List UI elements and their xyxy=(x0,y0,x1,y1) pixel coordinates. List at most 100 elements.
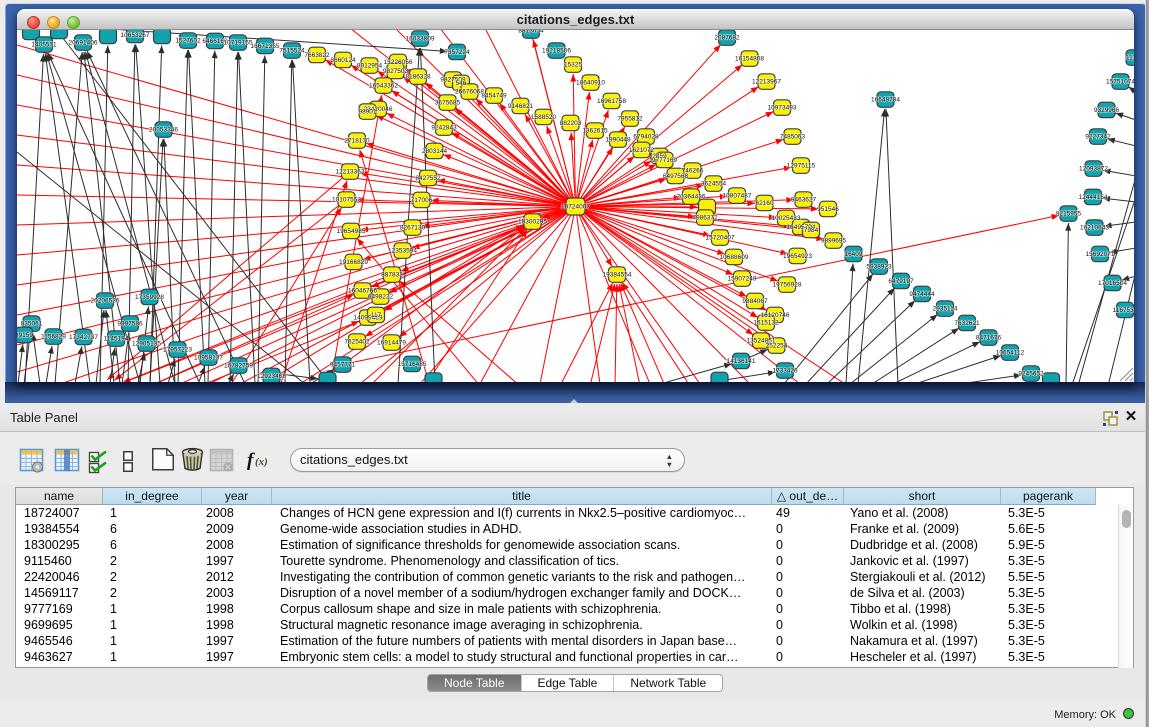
svg-text:12213967: 12213967 xyxy=(752,79,781,86)
svg-text:19218506: 19218506 xyxy=(542,48,571,55)
svg-text:16120746: 16120746 xyxy=(761,312,790,319)
svg-text:39159: 39159 xyxy=(17,332,33,339)
svg-text:19166829: 19166829 xyxy=(339,259,368,266)
svg-text:7485063: 7485063 xyxy=(780,134,806,141)
svg-text:14136141: 14136141 xyxy=(727,358,756,365)
svg-text:8660124: 8660124 xyxy=(330,57,356,64)
svg-text:16154808: 16154808 xyxy=(735,56,764,63)
svg-text:7515524: 7515524 xyxy=(279,48,305,55)
svg-text:1621072: 1621072 xyxy=(629,147,655,154)
svg-text:1145194: 1145194 xyxy=(104,336,129,343)
svg-text:7984: 7984 xyxy=(804,227,819,234)
svg-text:9457771: 9457771 xyxy=(330,362,356,369)
svg-text:10958137: 10958137 xyxy=(194,355,223,362)
svg-text:6497568: 6497568 xyxy=(663,173,689,180)
svg-text:1362615: 1362615 xyxy=(582,128,608,135)
svg-text:7357224: 7357224 xyxy=(444,49,470,56)
svg-text:8471676: 8471676 xyxy=(976,335,1002,342)
svg-text:16671355: 16671355 xyxy=(251,43,280,50)
svg-text:18300295: 18300295 xyxy=(518,219,547,226)
svg-text:9146821: 9146821 xyxy=(508,103,534,110)
svg-text:882203: 882203 xyxy=(560,120,582,127)
svg-text:19756928: 19756928 xyxy=(773,282,802,289)
svg-text:98901: 98901 xyxy=(358,109,376,116)
svg-text:8454749: 8454749 xyxy=(481,93,507,100)
svg-text:7955812: 7955812 xyxy=(617,116,643,123)
svg-text:2803144: 2803144 xyxy=(422,148,448,155)
svg-text:8186328: 8186328 xyxy=(405,74,431,81)
svg-text:9227342: 9227342 xyxy=(1085,134,1111,141)
svg-text:546: 546 xyxy=(456,80,467,87)
svg-text:16961758: 16961758 xyxy=(597,98,626,105)
svg-text:1615132: 1615132 xyxy=(753,320,779,327)
svg-text:717006: 717006 xyxy=(411,197,433,204)
svg-text:16782759: 16782759 xyxy=(224,363,253,370)
svg-text:26676068: 26676068 xyxy=(455,89,484,96)
svg-text:17016504: 17016504 xyxy=(1098,280,1127,287)
svg-text:1588520: 1588520 xyxy=(531,114,557,121)
svg-text:10973493: 10973493 xyxy=(768,105,797,112)
svg-text:3624554: 3624554 xyxy=(701,181,727,188)
svg-text:10654112: 10654112 xyxy=(996,350,1025,357)
svg-text:8427552: 8427552 xyxy=(415,175,441,182)
svg-text:9899695: 9899695 xyxy=(821,238,847,245)
svg-text:15692071: 15692071 xyxy=(1086,251,1115,258)
svg-text:9777169: 9777169 xyxy=(652,157,678,164)
svg-text:12923468: 12923468 xyxy=(257,373,286,380)
svg-text:9245652: 9245652 xyxy=(1018,371,1044,378)
svg-text:20206536: 20206536 xyxy=(91,298,120,305)
svg-text:16409: 16409 xyxy=(844,251,862,258)
svg-text:117: 117 xyxy=(371,312,382,319)
svg-text:(x): (x) xyxy=(255,456,268,468)
svg-text:19654923: 19654923 xyxy=(783,253,812,260)
svg-text:17342737: 17342737 xyxy=(69,334,98,341)
svg-text:12905135: 12905135 xyxy=(132,341,161,348)
svg-text:252254: 252254 xyxy=(766,343,788,350)
svg-text:9997586: 9997586 xyxy=(117,321,143,328)
svg-text:8813054: 8813054 xyxy=(518,30,544,35)
svg-text:16648784: 16648784 xyxy=(871,97,900,104)
svg-text:1167531: 1167531 xyxy=(1113,307,1134,314)
svg-text:10719155: 10719155 xyxy=(224,40,253,47)
svg-text:16033809: 16033809 xyxy=(406,36,435,43)
svg-text:16210643: 16210643 xyxy=(1080,225,1109,232)
svg-text:16914479: 16914479 xyxy=(377,340,406,347)
svg-text:17359928: 17359928 xyxy=(135,294,164,301)
svg-text:6479197: 6479197 xyxy=(888,278,914,285)
svg-text:17957223: 17957223 xyxy=(163,347,192,354)
svg-text:8912954: 8912954 xyxy=(357,63,383,70)
svg-text:15716485: 15716485 xyxy=(398,361,427,368)
svg-text:10807487: 10807487 xyxy=(723,193,752,200)
svg-text:19654985: 19654985 xyxy=(337,228,366,235)
svg-text:9463627: 9463627 xyxy=(791,197,817,204)
svg-text:20364436: 20364436 xyxy=(677,194,706,201)
svg-text:18640910: 18640910 xyxy=(576,80,605,87)
svg-text:f: f xyxy=(247,450,255,471)
svg-text:20691406: 20691406 xyxy=(69,40,98,47)
svg-text:3675685: 3675685 xyxy=(435,100,461,107)
svg-text:10107553: 10107553 xyxy=(332,197,361,204)
svg-text:6794028: 6794028 xyxy=(633,134,659,141)
svg-text:12975115: 12975115 xyxy=(787,163,816,170)
svg-text:11174: 11174 xyxy=(1126,55,1134,62)
svg-text:9474444: 9474444 xyxy=(909,291,935,298)
svg-text:1527602: 1527602 xyxy=(175,38,201,45)
svg-text:62160: 62160 xyxy=(755,200,773,207)
svg-text:15720407: 15720407 xyxy=(706,235,735,242)
svg-text:1733426: 1733426 xyxy=(772,368,798,375)
svg-text:1156829: 1156829 xyxy=(41,334,66,341)
svg-text:6498222: 6498222 xyxy=(368,294,394,301)
svg-text:8267130: 8267130 xyxy=(400,225,426,232)
svg-text:2935114: 2935114 xyxy=(933,306,958,313)
svg-text:10688609: 10688609 xyxy=(720,254,749,261)
svg-text:15325: 15325 xyxy=(564,62,582,69)
svg-text:9884067: 9884067 xyxy=(742,298,768,305)
svg-text:887833: 887833 xyxy=(381,272,403,279)
svg-text:12213363: 12213363 xyxy=(336,169,365,176)
svg-text:10653267: 10653267 xyxy=(121,32,150,39)
svg-text:7663822: 7663822 xyxy=(304,52,330,59)
svg-text:7986372: 7986372 xyxy=(692,215,718,222)
svg-text:9329966: 9329966 xyxy=(1094,107,1120,114)
svg-text:951546: 951546 xyxy=(817,206,839,213)
svg-text:1990448: 1990448 xyxy=(605,137,631,144)
